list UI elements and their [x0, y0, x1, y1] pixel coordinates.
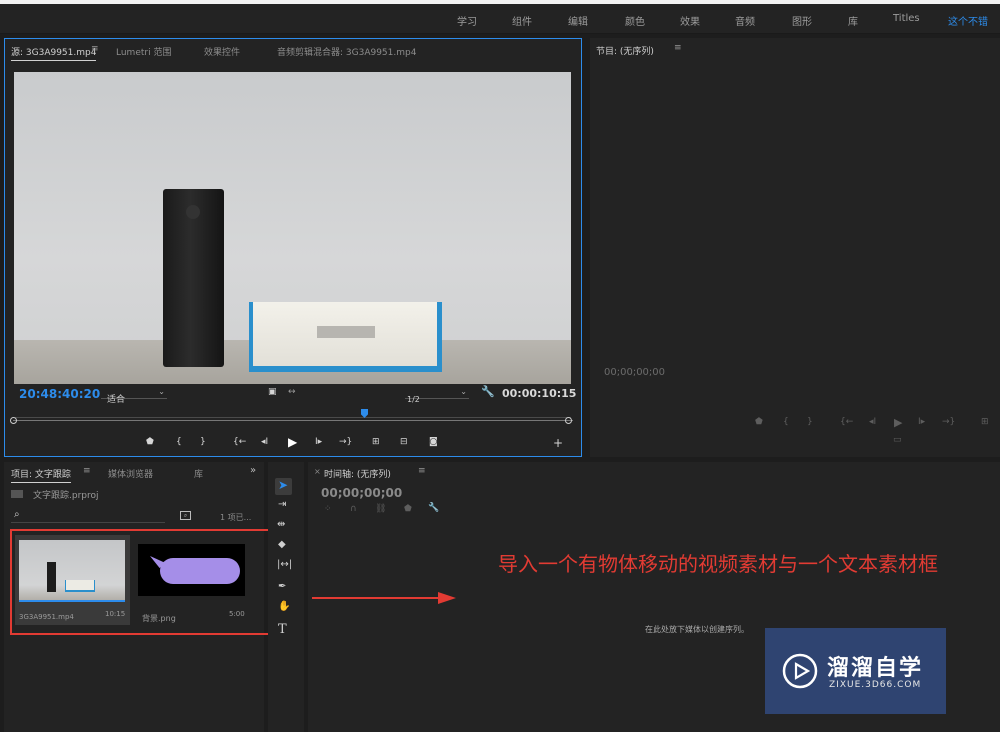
timeline-timecode[interactable]: 00;00;00;00 — [321, 486, 402, 500]
workspace-tab-editing[interactable]: 编辑 — [568, 13, 588, 28]
go-to-out-icon[interactable]: →} — [339, 438, 352, 447]
workspace-tab-audio[interactable]: 音频 — [735, 13, 755, 28]
add-marker-icon[interactable]: ⬟ — [404, 505, 412, 514]
drop-media-hint: 在此处放下媒体以创建序列。 — [645, 625, 749, 634]
project-search-field[interactable]: ⌕ — [11, 509, 165, 523]
tab-program[interactable]: 节目: (无序列) — [596, 44, 654, 57]
hand-tool-icon[interactable]: ✋ — [278, 602, 290, 612]
step-back-icon[interactable]: ◂I — [869, 418, 876, 427]
workspace-tab-assembly[interactable]: 组件 — [512, 13, 532, 28]
tab-media-browser[interactable]: 媒体浏览器 — [108, 467, 153, 480]
nest-icon[interactable]: ⁘ — [324, 505, 332, 514]
item-count: 1 项已... — [220, 513, 252, 522]
ripple-edit-tool-icon[interactable]: ⇹ — [277, 520, 285, 530]
tools-panel: ➤ ⇥ ⇹ ◆ |↔| ✒ ✋ T — [268, 462, 304, 732]
resolution-select[interactable]: 1/2 ⌄ — [405, 387, 469, 404]
tab-source[interactable]: 源: 3G3A9951.mp4 — [11, 45, 97, 61]
step-back-icon[interactable]: ◂I — [261, 438, 268, 447]
duration-timecode: 00:00:10:15 — [502, 387, 577, 400]
wrench-icon[interactable]: 🔧 — [481, 386, 495, 397]
compare-view-icon[interactable]: ▭ — [893, 436, 902, 445]
go-to-out-icon[interactable]: →} — [942, 418, 955, 427]
play-icon[interactable]: ▶ — [288, 436, 297, 448]
linked-selection-icon[interactable]: ⛓ — [375, 505, 386, 514]
white-box-object — [249, 302, 442, 372]
project-file-icon — [11, 490, 23, 498]
snap-icon[interactable]: ∩ — [350, 505, 357, 514]
add-marker-icon[interactable]: ⬟ — [755, 418, 763, 427]
selection-arrow-icon: ➤ — [278, 478, 289, 492]
source-video-frame — [14, 72, 571, 384]
play-logo-icon — [782, 653, 818, 689]
type-tool-icon[interactable]: T — [278, 623, 287, 636]
out-handle[interactable] — [565, 417, 572, 424]
watermark-url: ZIXUE.3D66.COM — [829, 680, 922, 690]
in-handle[interactable] — [10, 417, 17, 424]
overwrite-clip-icon[interactable]: ⊟ — [400, 438, 408, 447]
watermark-badge: 溜溜自学 ZIXUE.3D66.COM — [765, 628, 946, 714]
bin-icon[interactable]: ⌕ — [180, 511, 191, 520]
panel-menu-icon[interactable]: ≡ — [418, 467, 426, 476]
mark-out-icon[interactable]: } — [200, 438, 206, 447]
step-forward-icon[interactable]: I▸ — [315, 438, 322, 447]
chevron-down-icon: ⌄ — [158, 387, 165, 396]
mark-in-icon[interactable]: { — [783, 418, 789, 427]
tab-libraries[interactable]: 库 — [194, 467, 203, 480]
insert-icon[interactable]: ▣ — [268, 388, 277, 397]
black-cylinder-object — [163, 189, 224, 367]
insert-clip-icon[interactable]: ⊞ — [372, 438, 380, 447]
play-icon[interactable]: ▶ — [894, 417, 902, 428]
workspace-tab-effects[interactable]: 效果 — [680, 13, 700, 28]
close-icon[interactable]: × — [314, 468, 321, 476]
panel-menu-icon[interactable]: ≡ — [91, 45, 99, 54]
slip-tool-icon[interactable]: |↔| — [277, 560, 292, 570]
annotation-highlight-box — [10, 529, 270, 635]
program-monitor-panel: 节目: (无序列) ≡ 00;00;00;00 ⬟ { } {← ◂I ▶ I▸… — [590, 38, 1000, 457]
project-file-name: 文字跟踪.prproj — [33, 491, 99, 501]
tab-timeline[interactable]: 时间轴: (无序列) — [324, 467, 391, 480]
pen-tool-icon[interactable]: ✒ — [278, 582, 286, 592]
workspace-tab-custom[interactable]: 这个不错 — [948, 13, 988, 28]
go-to-in-icon[interactable]: {← — [840, 418, 853, 427]
time-ruler[interactable] — [15, 417, 571, 418]
workspace-tab-libraries[interactable]: 库 — [848, 13, 858, 28]
step-forward-icon[interactable]: I▸ — [918, 418, 925, 427]
annotation-text: 导入一个有物体移动的视频素材与一个文本素材框 — [498, 552, 938, 576]
add-button-icon[interactable]: + — [553, 437, 563, 449]
export-frame-icon[interactable]: ◙ — [429, 438, 438, 447]
panel-menu-icon[interactable]: ≡ — [83, 467, 91, 476]
lift-icon[interactable]: ⊞ — [981, 418, 989, 427]
tab-lumetri-scopes[interactable]: Lumetri 范围 — [116, 45, 171, 58]
tab-audio-clip-mixer[interactable]: 音频剪辑混合器: 3G3A9951.mp4 — [277, 45, 416, 58]
panel-menu-icon[interactable]: ≡ — [674, 44, 682, 53]
program-timecode[interactable]: 00;00;00;00 — [604, 367, 665, 378]
zoom-fit-select[interactable]: 适合 ⌄ — [101, 387, 167, 405]
panel-overflow-icon[interactable]: » — [250, 466, 256, 476]
workspace-tab-titles[interactable]: Titles — [893, 13, 920, 24]
chevron-down-icon: ⌄ — [460, 387, 467, 396]
mark-out-icon[interactable]: } — [807, 418, 813, 427]
annotation-arrow — [312, 592, 456, 604]
track-select-tool-icon[interactable]: ⇥ — [278, 500, 286, 510]
workspace-tab-graphics[interactable]: 图形 — [792, 13, 812, 28]
workspace-tab-color[interactable]: 颜色 — [625, 13, 645, 28]
mark-in-icon[interactable]: { — [176, 438, 182, 447]
current-timecode[interactable]: 20:48:40:20 — [19, 387, 100, 401]
project-panel: 项目: 文字跟踪 ≡ 媒体浏览器 库 » 文字跟踪.prproj ⌕ ⌕ 1 项… — [4, 462, 270, 732]
wrench-icon[interactable]: 🔧 — [428, 504, 439, 513]
drag-video-icon[interactable]: ↔ — [288, 388, 296, 397]
tab-project[interactable]: 项目: 文字跟踪 — [11, 467, 71, 483]
source-monitor-panel: 源: 3G3A9951.mp4 ≡ Lumetri 范围 效果控件 音频剪辑混合… — [4, 38, 582, 457]
selection-tool[interactable]: ➤ — [275, 478, 292, 495]
workspace-bar: 学习 组件 编辑 颜色 效果 音频 图形 库 Titles 这个不错 — [0, 4, 1000, 34]
razor-tool-icon[interactable]: ◆ — [278, 540, 286, 550]
search-input[interactable] — [27, 509, 161, 522]
tab-effect-controls[interactable]: 效果控件 — [204, 45, 240, 58]
watermark-title: 溜溜自学 — [827, 656, 924, 681]
search-icon: ⌕ — [14, 509, 20, 520]
add-marker-icon[interactable]: ⬟ — [146, 438, 154, 447]
go-to-in-icon[interactable]: {← — [233, 438, 246, 447]
scrub-bar[interactable] — [13, 420, 573, 421]
workspace-tab-learn[interactable]: 学习 — [457, 13, 477, 28]
